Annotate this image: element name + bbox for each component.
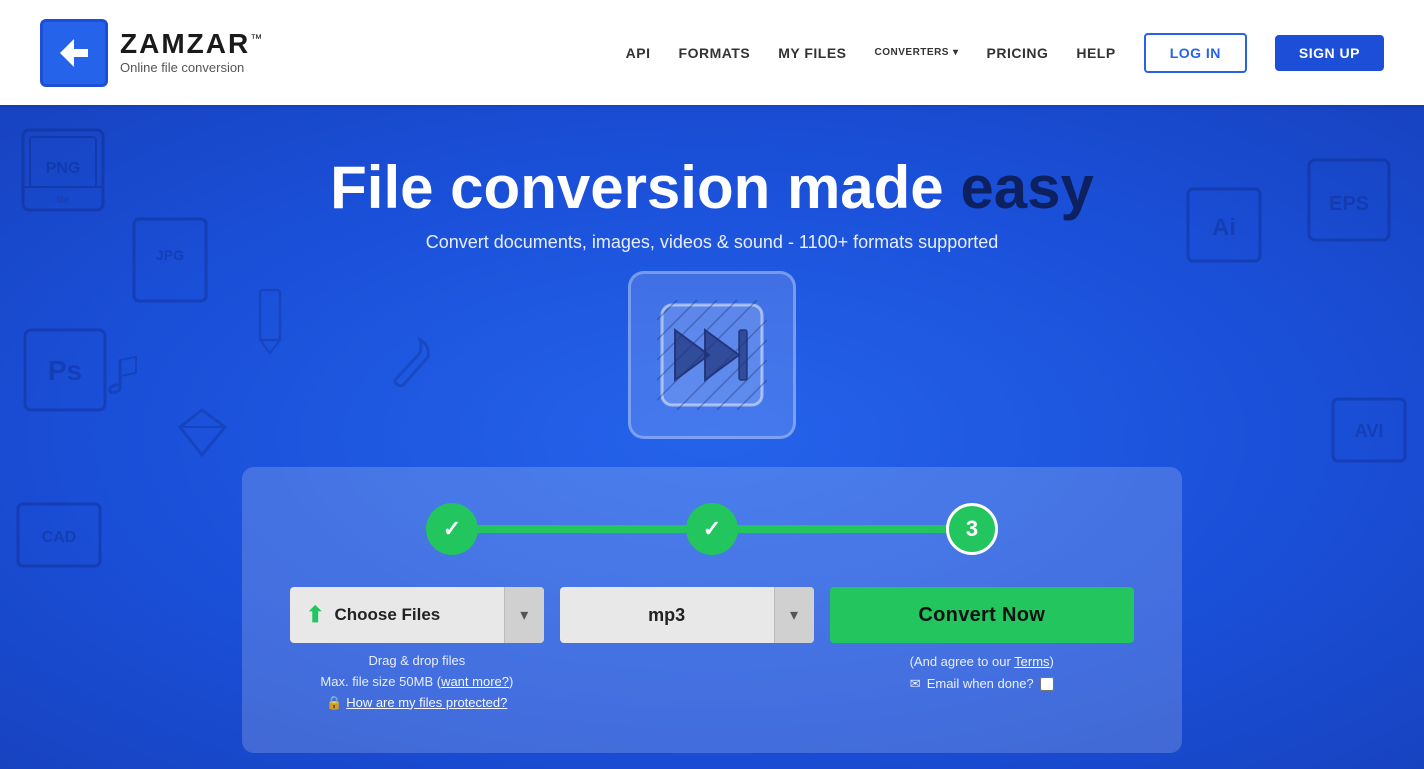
steps-indicator: ✓ ✓ 3: [290, 503, 1134, 555]
cad-bg-icon: CAD: [14, 500, 104, 570]
logo-text: ZAMZAR™ Online file conversion: [120, 30, 264, 75]
controls-row: ⬆ Choose Files ▾ Drag & drop files Max. …: [290, 587, 1134, 713]
music-bg-icon: [100, 355, 140, 405]
choose-files-section: ⬆ Choose Files ▾ Drag & drop files Max. …: [290, 587, 544, 713]
logo-sub: Online file conversion: [120, 60, 264, 75]
nav-my-files[interactable]: MY FILES: [778, 45, 846, 61]
svg-text:Ps: Ps: [48, 355, 82, 386]
signup-button[interactable]: SIGN UP: [1275, 35, 1384, 71]
choose-files-button[interactable]: ⬆ Choose Files ▾: [290, 587, 544, 643]
format-section: mp3 ▾: [560, 587, 814, 643]
email-icon: ✉: [910, 673, 921, 695]
upload-icon: ⬆: [306, 602, 324, 628]
jpg-bg-icon: JPG: [130, 215, 210, 305]
center-logo: [628, 271, 796, 439]
svg-text:file: file: [57, 195, 70, 206]
wrench-bg-icon: [390, 335, 440, 395]
hero-subtitle: Convert documents, images, videos & soun…: [426, 232, 998, 253]
terms-link[interactable]: Terms: [1014, 654, 1049, 669]
svg-text:PNG: PNG: [46, 160, 81, 177]
convert-section: Convert Now (And agree to our Terms) ✉ E…: [830, 587, 1135, 695]
step-1-circle: ✓: [426, 503, 478, 555]
nav-formats[interactable]: FORMATS: [679, 45, 751, 61]
choose-files-label: Choose Files: [334, 605, 440, 625]
converter-box: ✓ ✓ 3 ⬆ Choose Files ▾: [242, 467, 1182, 753]
dropdown-icon: ▾: [520, 605, 528, 625]
email-checkbox[interactable]: [1040, 677, 1054, 691]
drag-drop-text: Drag & drop files Max. file size 50MB (w…: [320, 651, 513, 713]
svg-text:CAD: CAD: [42, 529, 77, 546]
files-protected-link[interactable]: How are my files protected?: [346, 695, 507, 710]
svg-text:JPG: JPG: [156, 247, 184, 263]
want-more-link[interactable]: want more?: [441, 674, 509, 689]
step-2-circle: ✓: [686, 503, 738, 555]
logo-name: ZAMZAR™: [120, 30, 264, 58]
nav-api[interactable]: API: [626, 45, 651, 61]
ai-bg-icon: Ai: [1184, 185, 1264, 265]
chevron-down-icon: ▾: [953, 47, 959, 58]
nav-converters[interactable]: CONVERTERS ▾: [875, 47, 959, 58]
fast-forward-icon: [657, 300, 767, 410]
svg-text:Ai: Ai: [1212, 214, 1236, 241]
avi-bg-icon: AVI: [1329, 395, 1409, 465]
nav-pricing[interactable]: PRICING: [987, 45, 1049, 61]
nav-help[interactable]: HELP: [1076, 45, 1115, 61]
svg-text:EPS: EPS: [1329, 193, 1369, 215]
main-nav: API FORMATS MY FILES CONVERTERS ▾ PRICIN…: [626, 33, 1384, 73]
hero-title: File conversion made easy: [330, 153, 1094, 222]
ps-bg-icon: Ps: [20, 325, 110, 415]
login-button[interactable]: LOG IN: [1144, 33, 1247, 73]
hero-section: PNG file JPG Ps CAD EPS Ai: [0, 105, 1424, 769]
format-value: mp3: [560, 605, 774, 626]
eps-bg-icon: EPS: [1304, 155, 1394, 245]
header: ZAMZAR™ Online file conversion API FORMA…: [0, 0, 1424, 105]
format-chevron-icon: ▾: [790, 605, 798, 625]
logo[interactable]: ZAMZAR™ Online file conversion: [40, 19, 264, 87]
format-dropdown-arrow[interactable]: ▾: [774, 587, 814, 643]
logo-icon: [40, 19, 108, 87]
step-3-circle: 3: [946, 503, 998, 555]
diamond-bg-icon: [175, 405, 230, 460]
convert-button[interactable]: Convert Now: [830, 587, 1135, 643]
pencil-bg-icon: [250, 285, 290, 355]
lock-icon: 🔒: [326, 695, 342, 710]
png-bg-icon: PNG file: [18, 125, 108, 215]
convert-helper-text: (And agree to our Terms) ✉ Email when do…: [910, 651, 1054, 695]
format-select[interactable]: mp3 ▾: [560, 587, 814, 643]
choose-files-dropdown-arrow[interactable]: ▾: [504, 587, 544, 643]
svg-text:AVI: AVI: [1355, 421, 1384, 441]
